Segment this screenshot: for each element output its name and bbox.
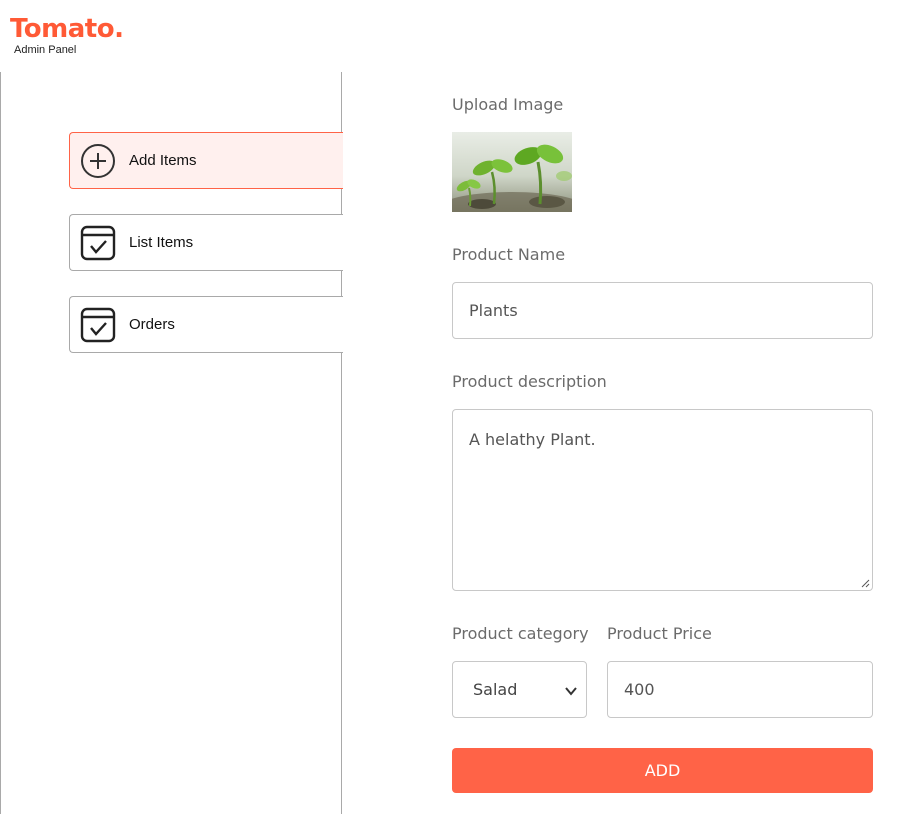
product-category-value: Salad — [473, 680, 518, 699]
upload-image-preview[interactable] — [452, 132, 572, 212]
upload-image-label: Upload Image — [452, 95, 564, 114]
sidebar-item-label: Orders — [129, 316, 175, 333]
product-description-label: Product description — [452, 372, 607, 391]
sidebar-item-orders[interactable]: Orders — [69, 296, 343, 353]
add-circle-icon — [80, 143, 116, 179]
chevron-down-icon — [565, 687, 577, 696]
product-name-label: Product Name — [452, 245, 566, 264]
sidebar-item-list-items[interactable]: List Items — [69, 214, 343, 271]
logo: Tomato. Admin Panel — [10, 14, 124, 57]
plant-seedlings-image — [452, 132, 572, 212]
resize-grip-icon[interactable] — [860, 578, 870, 588]
sidebar-item-label: List Items — [129, 234, 194, 251]
product-name-input[interactable]: Plants — [452, 282, 873, 339]
add-button[interactable]: ADD — [452, 748, 873, 793]
product-price-label: Product Price — [607, 624, 712, 643]
logo-subtitle: Admin Panel — [14, 44, 77, 56]
logo-title: Tomato. — [10, 14, 124, 44]
product-category-select[interactable]: Salad — [452, 661, 587, 718]
sidebar-item-label: Add Items — [129, 152, 197, 169]
product-category-label: Product category — [452, 624, 589, 643]
product-description-textarea[interactable]: A helathy Plant. — [452, 409, 873, 591]
sidebar: Add Items List Items Orders — [0, 72, 343, 814]
checklist-icon — [80, 307, 116, 343]
sidebar-item-add-items[interactable]: Add Items — [69, 132, 343, 189]
product-price-input[interactable]: 400 — [607, 661, 873, 718]
checklist-icon — [80, 225, 116, 261]
product-description-value: A helathy Plant. — [469, 430, 596, 449]
